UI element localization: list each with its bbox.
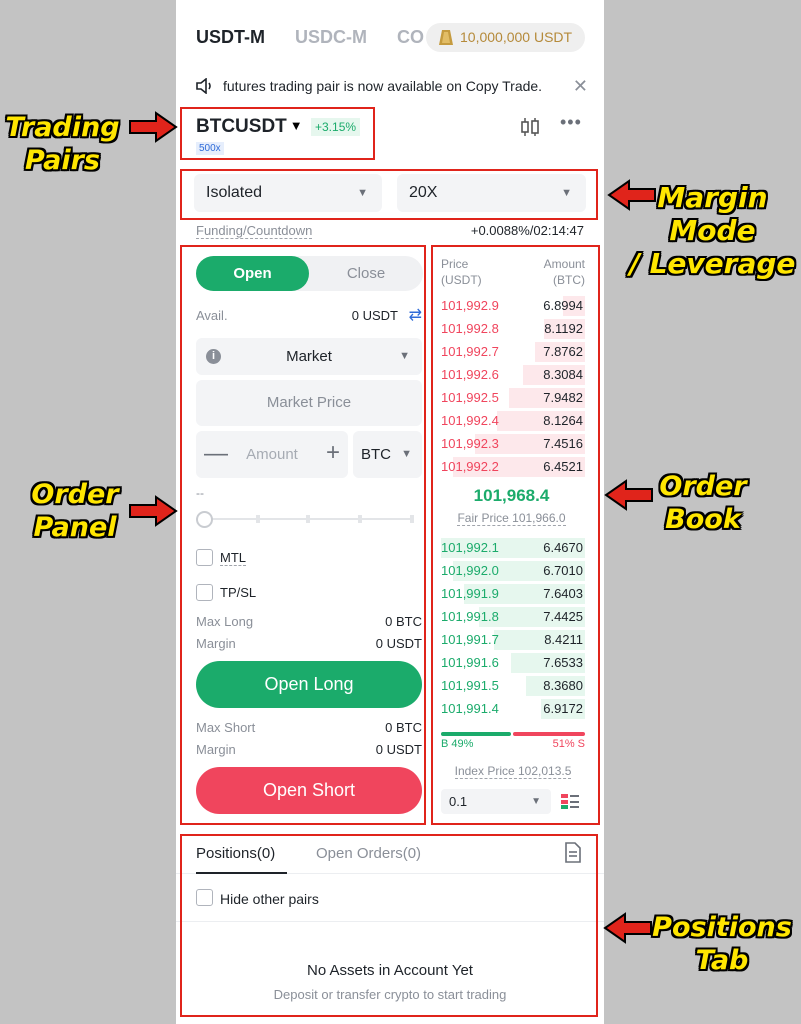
speaker-icon [196, 78, 211, 94]
more-options-icon[interactable]: ••• [560, 112, 582, 133]
tab-usdc-m[interactable]: USDC-M [295, 27, 367, 48]
promo-text: 10,000,000 USDT [460, 29, 573, 45]
gold-bar-icon [439, 30, 453, 45]
tab-usdt-m[interactable]: USDT-M [196, 27, 265, 48]
notice-text: futures trading pair is now available on… [223, 78, 543, 94]
promo-badge[interactable]: 10,000,000 USDT [426, 23, 585, 52]
funding-value: +0.0088%/02:14:47 [470, 223, 584, 238]
order-panel-highlight [180, 245, 426, 825]
margin-mode-highlight [180, 169, 598, 220]
annotation-line: Order Panel [31, 479, 119, 543]
positions-tab-annotation: Positions Tab [643, 911, 801, 977]
candlestick-chart-icon[interactable] [519, 116, 541, 138]
arrow-left-icon [607, 179, 656, 211]
annotation-line: Positions Tab [652, 912, 792, 976]
order-book-annotation: Order Book [648, 470, 758, 536]
arrow-right-icon [129, 111, 178, 143]
arrow-left-icon [603, 912, 652, 944]
annotation-line: Trading Pairs [5, 112, 120, 176]
order-book-highlight [431, 245, 600, 825]
positions-tab-highlight [180, 834, 598, 1017]
close-icon[interactable]: ✕ [573, 76, 588, 97]
trading-pairs-highlight [180, 107, 375, 160]
funding-label[interactable]: Funding/Countdown [196, 223, 313, 239]
notice-bar: futures trading pair is now available on… [196, 76, 588, 98]
tab-coin-m[interactable]: CO [397, 27, 424, 48]
market-tabs: USDT-M USDC-M CO 10,000,000 USDT [176, 0, 604, 72]
arrow-left-icon [604, 479, 653, 511]
trading-pairs-annotation: Trading Pairs [0, 111, 125, 177]
order-panel-annotation: Order Panel [15, 478, 135, 544]
arrow-right-icon [129, 495, 178, 527]
annotation-line: Order Book [659, 471, 747, 535]
